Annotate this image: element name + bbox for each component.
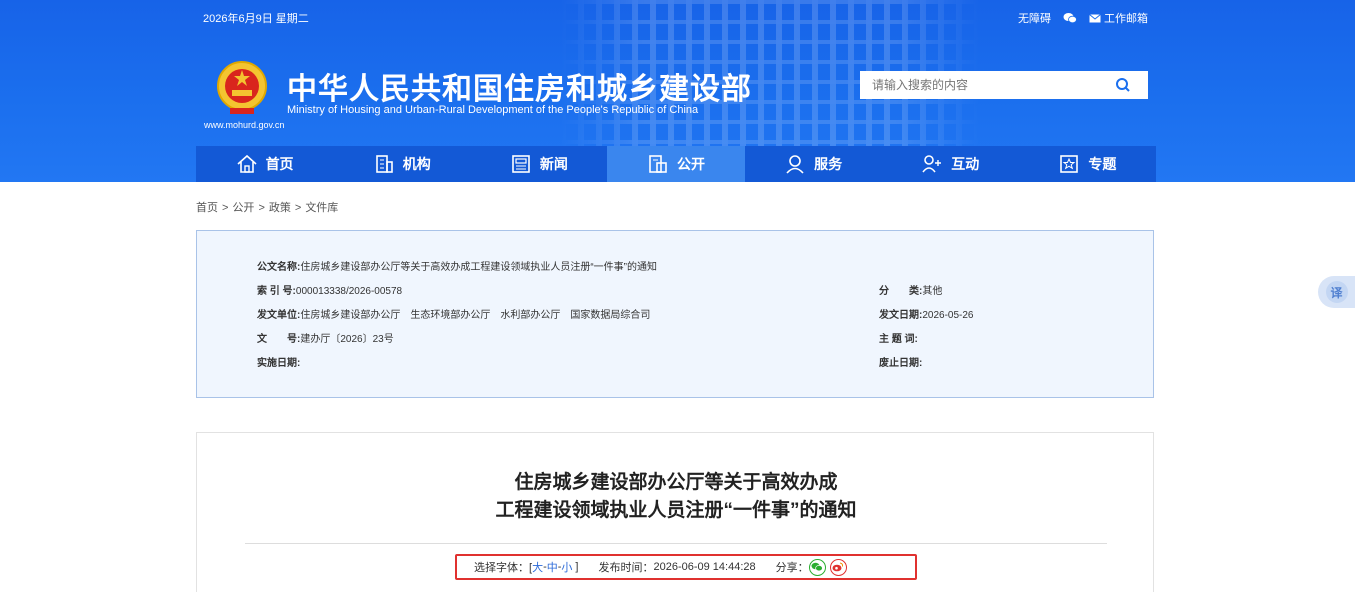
home-icon (237, 154, 257, 173)
nav-service[interactable]: 服务 (745, 146, 882, 182)
publish-label: 发布时间： (598, 562, 654, 574)
publish-time: 2026-06-09 14:44:28 (653, 561, 756, 573)
breadcrumb-home[interactable]: 首页 (196, 202, 218, 214)
font-medium-button[interactable]: 中 (547, 559, 558, 575)
mail-icon (1089, 13, 1101, 22)
info-subject: 主 题 词: (879, 334, 918, 345)
nav-interact[interactable]: 互动 (882, 146, 1019, 182)
site-title-en: Ministry of Housing and Urban-Rural Deve… (287, 104, 699, 116)
news-icon (512, 155, 530, 173)
article-title-line2: 工程建设领域执业人员注册“一件事”的通知 (495, 500, 857, 521)
wechat-icon[interactable] (1063, 12, 1077, 24)
font-large-button[interactable]: 大 (532, 559, 543, 575)
info-expiry-date: 废止日期: (879, 358, 923, 369)
font-select-label: 选择字体：[ (474, 562, 533, 574)
interact-icon (922, 155, 942, 173)
breadcrumb-library[interactable]: 文件库 (305, 202, 338, 214)
nav-institution[interactable]: 机构 (333, 146, 470, 182)
share-label: 分享： (775, 562, 809, 574)
current-date: 2026年6月9日 星期二 (203, 13, 309, 25)
work-mail-label[interactable]: 工作邮箱 (1104, 10, 1148, 26)
info-issuer: 发文单位:住房城乡建设部办公厅 生态环境部办公厅 水利部办公厅 国家数据局综合司 (257, 310, 651, 321)
divider (245, 543, 1107, 544)
site-url: www.mohurd.gov.cn (204, 120, 285, 130)
info-effective-date: 实施日期: (257, 358, 301, 369)
article-toolbar: 选择字体：[ 大- 中- 小 ] 发布时间： 2026-06-09 14:44:… (455, 554, 917, 580)
info-doc-name: 公文名称:住房城乡建设部办公厅等关于高效办成工程建设领域执业人员注册“一件事”的… (257, 262, 658, 273)
document-info-box: 公文名称:住房城乡建设部办公厅等关于高效办成工程建设领域执业人员注册“一件事”的… (196, 230, 1154, 398)
info-index: 索 引 号:000013338/2026-00578 (257, 286, 403, 297)
article-container: 住房城乡建设部办公厅等关于高效办成 工程建设领域执业人员注册“一件事”的通知 选… (196, 432, 1154, 592)
search-bar (860, 71, 1148, 99)
service-icon (786, 155, 804, 174)
search-button[interactable] (1098, 71, 1148, 99)
breadcrumb-policy[interactable]: 政策 (269, 202, 291, 214)
info-issue-date: 发文日期:2026-05-26 (879, 310, 974, 321)
info-category: 分 类:其他 (879, 286, 943, 297)
work-mail-link[interactable]: 工作邮箱 (1089, 10, 1148, 26)
breadcrumb-public[interactable]: 公开 (232, 202, 254, 214)
top-links: 无障碍 工作邮箱 (1018, 10, 1148, 26)
nav-topics[interactable]: 专题 (1019, 146, 1156, 182)
site-title-cn[interactable]: 中华人民共和国住房和城乡建设部 (287, 64, 752, 108)
search-input[interactable] (860, 71, 1098, 99)
nav-public[interactable]: 公开 (607, 146, 745, 182)
wechat-share-icon[interactable] (808, 558, 826, 576)
translate-icon: 译 (1325, 281, 1348, 303)
font-small-button[interactable]: 小 (561, 559, 572, 575)
public-icon (649, 155, 667, 173)
article-title-line1: 住房城乡建设部办公厅等关于高效办成 (514, 472, 838, 493)
weibo-share-icon[interactable] (829, 558, 847, 576)
translate-button[interactable]: 译 (1318, 276, 1355, 308)
nav-home[interactable]: 首页 (196, 146, 333, 182)
search-icon (1116, 78, 1130, 92)
building-icon (375, 155, 393, 173)
info-doc-no: 文 号:建办厅〔2026〕23号 (257, 334, 394, 345)
header-banner: 2026年6月9日 星期二 无障碍 工作邮箱 www.mohurd.gov.cn… (0, 0, 1355, 182)
breadcrumb: 首页 > 公开 > 政策 > 文件库 (196, 202, 339, 214)
star-icon (1060, 155, 1079, 173)
main-nav: 首页 机构 新闻 公开 服务 互动 专题 (196, 146, 1156, 182)
accessibility-link[interactable]: 无障碍 (1018, 10, 1051, 26)
nav-news[interactable]: 新闻 (470, 146, 607, 182)
national-emblem-icon (217, 61, 267, 114)
